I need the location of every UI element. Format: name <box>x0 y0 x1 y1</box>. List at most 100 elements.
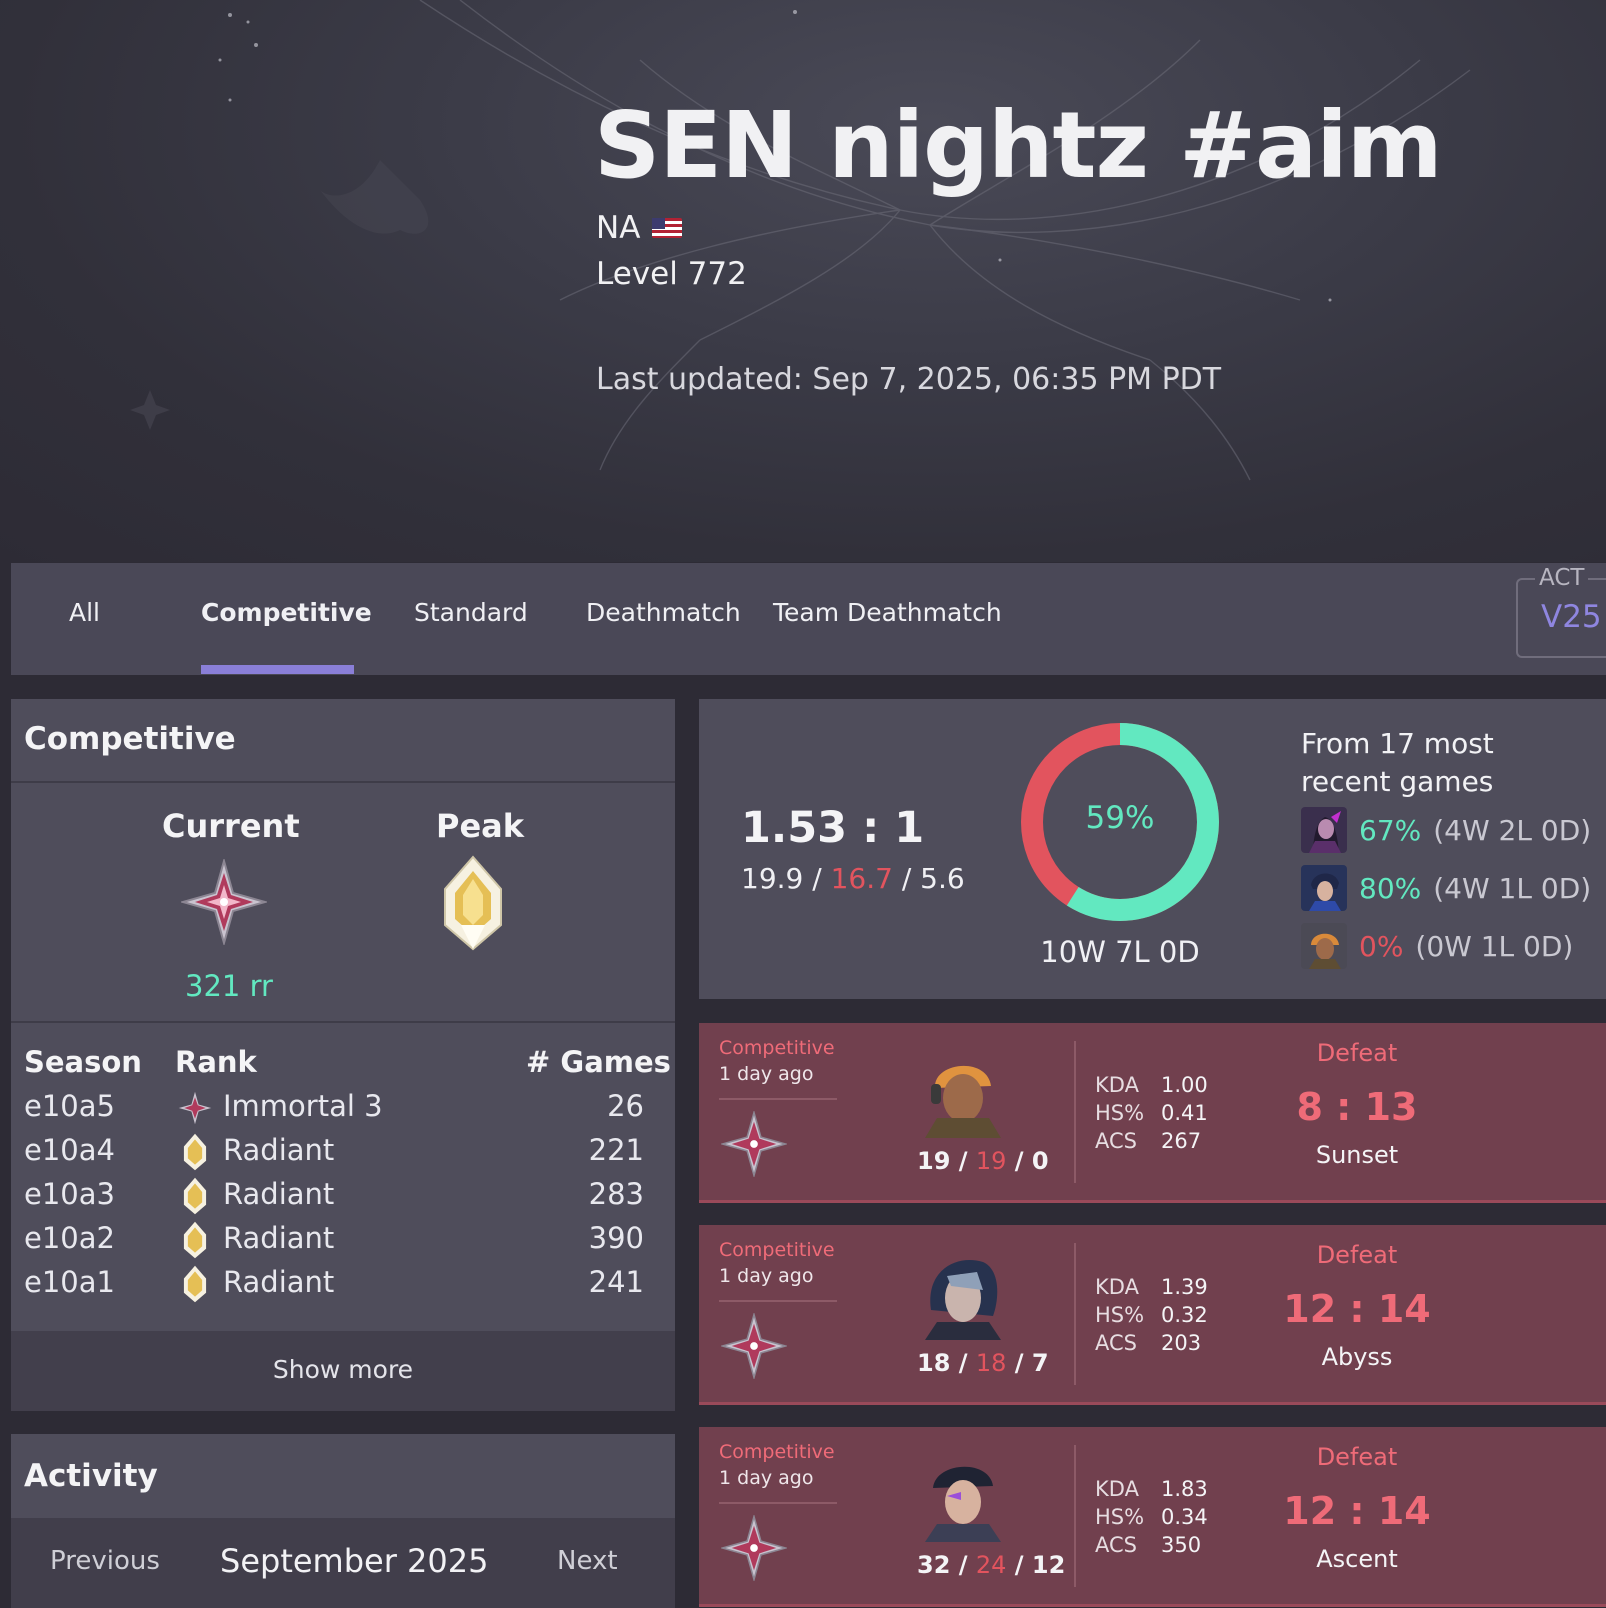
immortal-rank-icon <box>181 859 267 945</box>
acs-label: ACS <box>1095 1129 1137 1153</box>
current-rr: 321 rr <box>185 969 273 1003</box>
tab-all[interactable]: All <box>69 563 100 675</box>
assists: 7 <box>1031 1349 1049 1377</box>
games-column-header: # Games <box>526 1045 671 1079</box>
acs-value: 350 <box>1161 1533 1202 1557</box>
season-cell: e10a3 <box>24 1177 115 1211</box>
radiant-icon <box>183 1177 207 1215</box>
tab-team-deathmatch[interactable]: Team Deathmatch <box>773 563 1002 675</box>
acs-value: 267 <box>1161 1129 1202 1153</box>
kda-value: 1.00 <box>1161 1073 1208 1097</box>
kda-label: KDA <box>1095 1477 1139 1501</box>
card-divider <box>1074 1445 1076 1587</box>
show-more-bar: Show more <box>11 1331 675 1411</box>
win-loss-record: 10W 7L 0D <box>1040 935 1200 969</box>
match-time: 1 day ago <box>719 1063 814 1085</box>
hs-label: HS% <box>1095 1303 1145 1327</box>
kda-value: 1.83 <box>1161 1477 1208 1501</box>
agent-stat-row: 0% (0W 1L 0D) <box>1301 923 1573 969</box>
tab-deathmatch[interactable]: Deathmatch <box>586 563 741 675</box>
agent-winrate: 0% <box>1359 929 1404 963</box>
match-kda: 19 / 19 / 0 <box>917 1147 1049 1175</box>
act-selector-label: ACT <box>1535 565 1589 591</box>
avg-deaths: 16.7 <box>830 862 893 895</box>
banner-artwork <box>130 0 1471 481</box>
kills: 19 <box>917 1147 951 1175</box>
card-divider <box>1074 1243 1076 1385</box>
act-selector-value[interactable]: V25 <box>1541 599 1602 635</box>
card-divider <box>1074 1041 1076 1183</box>
radiant-icon <box>183 1221 207 1259</box>
immortal-rank-icon <box>721 1111 787 1177</box>
current-rank-label: Current <box>162 807 300 845</box>
region-label: NA <box>596 210 641 246</box>
match-result: Defeat <box>1316 1039 1398 1067</box>
active-tab-indicator <box>201 665 354 674</box>
recent-games-title: From 17 most recent games <box>1301 727 1494 798</box>
match-time: 1 day ago <box>719 1265 814 1287</box>
agent-winrate: 80% <box>1359 871 1422 905</box>
competitive-panel: Competitive Current Peak 321 rr Season R… <box>11 699 675 1411</box>
tab-competitive[interactable]: Competitive <box>201 563 372 675</box>
tab-standard[interactable]: Standard <box>414 563 528 675</box>
agent-record: (4W 2L 0D) <box>1433 813 1592 847</box>
current-month: September 2025 <box>220 1542 489 1580</box>
match-result: Defeat <box>1316 1443 1398 1471</box>
average-kda: 19.9 / 16.7 / 5.6 <box>741 862 965 895</box>
immortal-rank-icon <box>721 1313 787 1379</box>
acs-value: 203 <box>1161 1331 1202 1355</box>
season-cell: e10a1 <box>24 1265 115 1299</box>
match-score: 8 : 13 <box>1296 1085 1418 1129</box>
match-card[interactable]: Competitive 1 day ago 32 / 24 / 12 KDA 1… <box>699 1427 1606 1607</box>
next-month-button[interactable]: Next <box>557 1546 618 1576</box>
radiant-peak-icon <box>444 855 502 951</box>
deaths: 18 <box>975 1349 1007 1377</box>
competitive-title: Competitive <box>24 721 236 757</box>
rank-column-header: Rank <box>175 1045 257 1079</box>
match-card[interactable]: Competitive 1 day ago 19 / 19 / 0 KDA 1.… <box>699 1023 1606 1203</box>
match-map: Abyss <box>1321 1343 1393 1371</box>
kills: 18 <box>917 1349 951 1377</box>
kda-label: KDA <box>1095 1275 1139 1299</box>
agent-stat-row: 67% (4W 2L 0D) <box>1301 807 1591 853</box>
immortal-icon <box>178 1091 212 1125</box>
match-kda: 18 / 18 / 7 <box>917 1349 1049 1377</box>
acs-label: ACS <box>1095 1331 1137 1355</box>
match-card[interactable]: Competitive 1 day ago 18 / 18 / 7 KDA 1.… <box>699 1225 1606 1405</box>
player-name: SEN nightz #aim <box>594 92 1443 199</box>
activity-month-nav: Previous September 2025 Next <box>11 1518 675 1608</box>
kills: 32 <box>917 1551 951 1579</box>
games-cell: 241 <box>588 1265 644 1299</box>
previous-month-button[interactable]: Previous <box>50 1546 160 1576</box>
hs-label: HS% <box>1095 1505 1145 1529</box>
hs-value: 0.34 <box>1161 1505 1208 1529</box>
agent-winrate: 67% <box>1359 813 1422 847</box>
radiant-icon <box>183 1133 207 1171</box>
agent-portrait-icon <box>1301 807 1347 853</box>
activity-title: Activity <box>24 1458 158 1494</box>
agent-portrait-icon <box>1301 865 1347 911</box>
match-mode: Competitive <box>719 1037 835 1059</box>
hs-label: HS% <box>1095 1101 1145 1125</box>
profile-banner: SEN nightz #aim NA Level 772 Last update… <box>0 0 1606 562</box>
match-time: 1 day ago <box>719 1467 814 1489</box>
agent-portrait-icon <box>925 1260 1001 1340</box>
show-more-button[interactable]: Show more <box>11 1355 675 1384</box>
agent-portrait-icon <box>925 1466 1001 1542</box>
us-flag-icon <box>652 218 683 238</box>
avg-assists: 5.6 <box>920 862 965 895</box>
rank-cell: Radiant <box>223 1133 335 1167</box>
acs-label: ACS <box>1095 1533 1137 1557</box>
agent-record: (4W 1L 0D) <box>1433 871 1592 905</box>
games-cell: 283 <box>588 1177 644 1211</box>
last-updated: Last updated: Sep 7, 2025, 06:35 PM PDT <box>596 362 1222 397</box>
match-mode: Competitive <box>719 1441 835 1463</box>
winrate-percent: 59% <box>1085 800 1155 836</box>
card-divider <box>719 1098 837 1100</box>
immortal-rank-icon <box>721 1515 787 1581</box>
card-divider <box>719 1300 837 1302</box>
match-map: Sunset <box>1315 1141 1399 1169</box>
games-cell: 390 <box>588 1221 644 1255</box>
player-level: Level 772 <box>596 256 747 292</box>
assists: 0 <box>1031 1147 1049 1175</box>
